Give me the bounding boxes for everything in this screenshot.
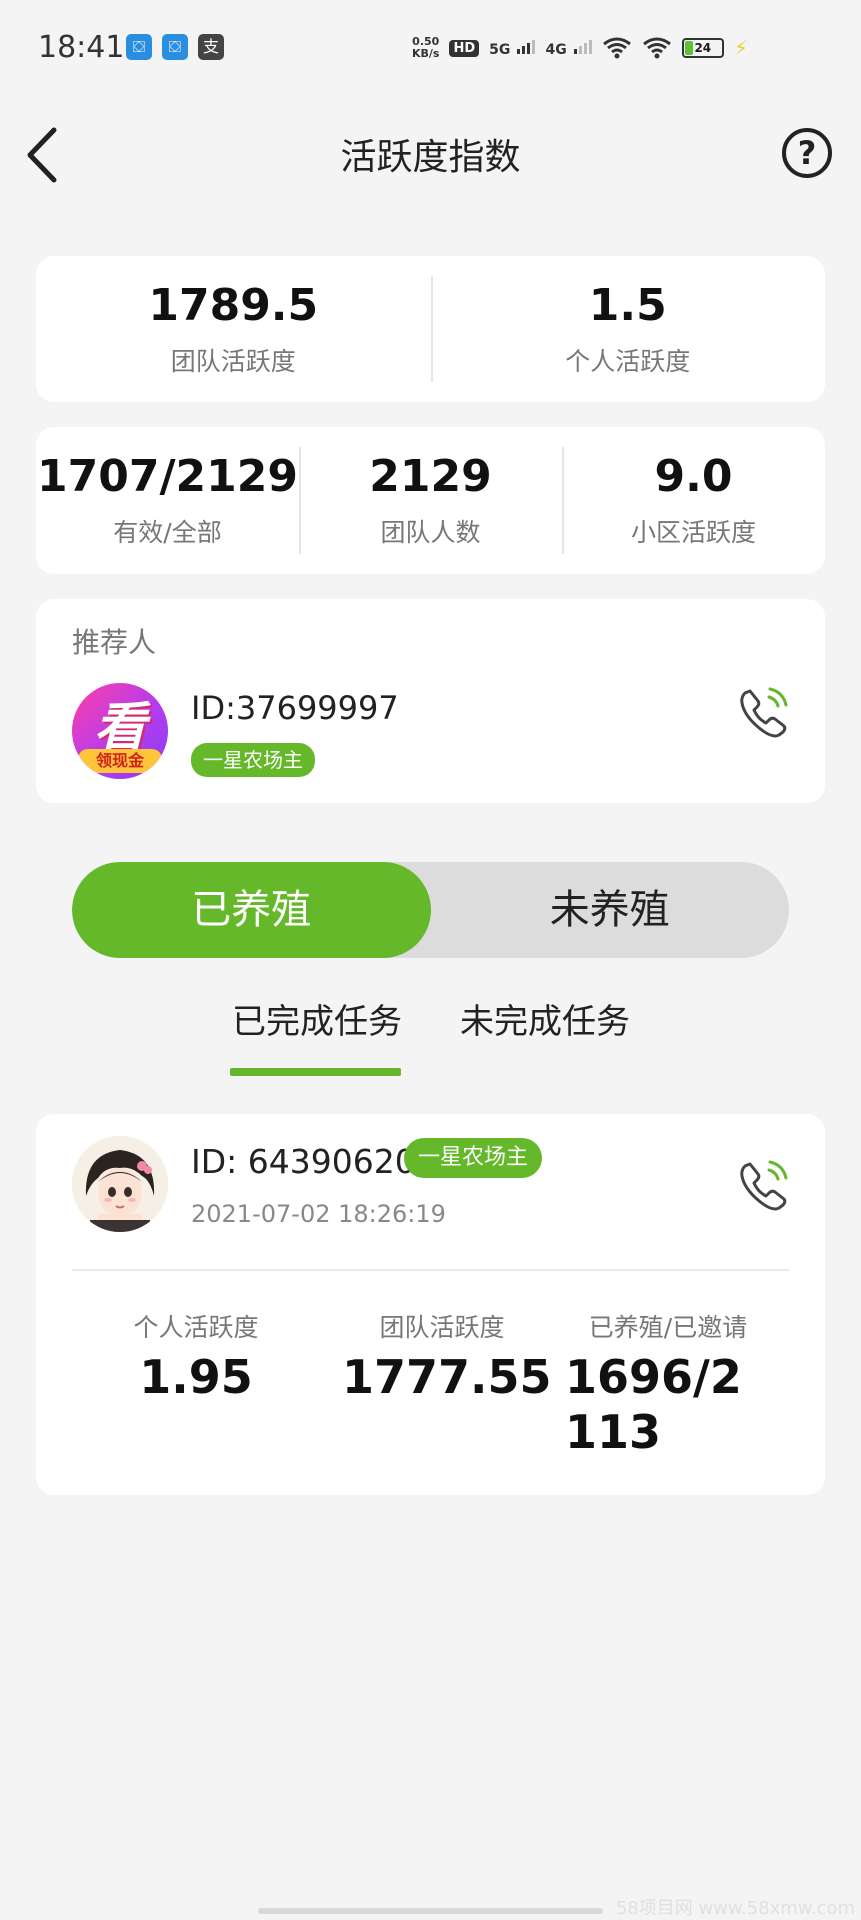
member-bred-invited-value: 1696/2113	[565, 1350, 742, 1460]
personal-activity-stat: 1.5 个人活跃度	[430, 256, 826, 402]
referrer-avatar[interactable]: 看 领现金	[72, 683, 168, 779]
network-speed: 0.50 KB/s	[412, 35, 440, 60]
status-indicators: 0.50 KB/s HD 5G 4G 24 ⚡	[412, 30, 748, 66]
member-team-activity-value: 1777.55	[342, 1350, 552, 1404]
personal-activity-label: 个人活跃度	[565, 347, 691, 376]
personal-activity-value: 1.5	[588, 280, 667, 331]
call-member-button[interactable]	[736, 1156, 792, 1212]
referrer-id: ID:37699997	[191, 689, 399, 727]
member-card[interactable]: ID: 64390620 一星农场主 2021-07-02 18:26:19 个…	[36, 1114, 825, 1495]
chinamobile-icon: ⛋	[126, 34, 152, 60]
page-title: 活跃度指数	[340, 137, 521, 178]
home-indicator[interactable]	[258, 1908, 603, 1914]
divider	[72, 1269, 789, 1271]
team-activity-stat: 1789.5 团队活跃度	[36, 256, 431, 402]
member-avatar[interactable]	[72, 1136, 168, 1232]
wifi-plus-icon	[602, 37, 631, 59]
segment-not-bred[interactable]: 未养殖	[431, 862, 790, 958]
hd-voice-icon: HD	[449, 39, 480, 57]
watermark: 58项目网 www.58xmw.com	[615, 1898, 855, 1919]
member-personal-activity-value: 1.95	[139, 1350, 253, 1404]
tab-incomplete-tasks[interactable]: 未完成任务	[460, 994, 630, 1043]
referrer-title: 推荐人	[72, 626, 157, 659]
phone-icon	[740, 687, 788, 738]
valid-total-stat: 1707/2129 有效/全部	[36, 427, 299, 574]
subarea-activity-value: 9.0	[654, 451, 733, 502]
team-count-value: 2129	[369, 451, 492, 502]
team-count-label: 团队人数	[380, 518, 481, 547]
member-id: ID: 64390620	[191, 1142, 416, 1181]
activity-summary-card: 1789.5 团队活跃度 1.5 个人活跃度	[36, 256, 825, 402]
tab-completed-tasks[interactable]: 已完成任务	[232, 994, 402, 1043]
alipay-icon: 支	[198, 34, 224, 60]
member-join-time: 2021-07-02 18:26:19	[191, 1200, 446, 1228]
charging-icon: ⚡	[733, 36, 748, 60]
member-level-badge: 一星农场主	[404, 1138, 543, 1178]
referrer-level-badge: 一星农场主	[191, 743, 315, 777]
valid-total-value: 1707/2129	[37, 451, 298, 502]
status-time: 18:41	[38, 30, 125, 65]
signal-5g-icon: 5G	[489, 38, 536, 58]
member-bred-invited: 已养殖/已邀请 1696/2113	[563, 1308, 773, 1460]
chinamobile-icon: ⛋	[162, 34, 188, 60]
help-button[interactable]: ?	[782, 128, 832, 178]
team-count-stat: 2129 团队人数	[299, 427, 562, 574]
active-tab-indicator	[230, 1068, 401, 1076]
status-bar: 18:41 ⛋ ⛋ 支 0.50 KB/s HD 5G 4G 24 ⚡	[0, 0, 861, 96]
referrer-card: 推荐人 看 领现金 ID:37699997 一星农场主	[36, 599, 825, 803]
question-icon: ?	[797, 134, 817, 172]
signal-4g-icon: 4G	[545, 38, 592, 58]
member-team-activity: 团队活跃度 1777.55	[342, 1308, 552, 1405]
member-team-activity-label: 团队活跃度	[379, 1313, 505, 1342]
team-activity-label: 团队活跃度	[170, 347, 296, 376]
valid-total-label: 有效/全部	[113, 518, 222, 547]
call-referrer-button[interactable]	[736, 683, 792, 739]
segment-bred[interactable]: 已养殖	[72, 862, 431, 958]
battery-icon: 24	[681, 38, 724, 58]
team-stats-card: 1707/2129 有效/全部 2129 团队人数 9.0 小区活跃度	[36, 427, 825, 574]
breeding-status-toggle: 已养殖 未养殖	[72, 862, 789, 958]
team-activity-value: 1789.5	[148, 280, 319, 331]
subarea-activity-stat: 9.0 小区活跃度	[562, 427, 825, 574]
subarea-activity-label: 小区活跃度	[630, 518, 756, 547]
wifi-icon	[642, 37, 671, 59]
avatar-illustration	[72, 1136, 168, 1232]
phone-icon	[740, 1160, 788, 1211]
member-bred-invited-label: 已养殖/已邀请	[588, 1313, 748, 1342]
member-personal-activity-label: 个人活跃度	[133, 1313, 259, 1342]
member-personal-activity: 个人活跃度 1.95	[96, 1308, 296, 1405]
